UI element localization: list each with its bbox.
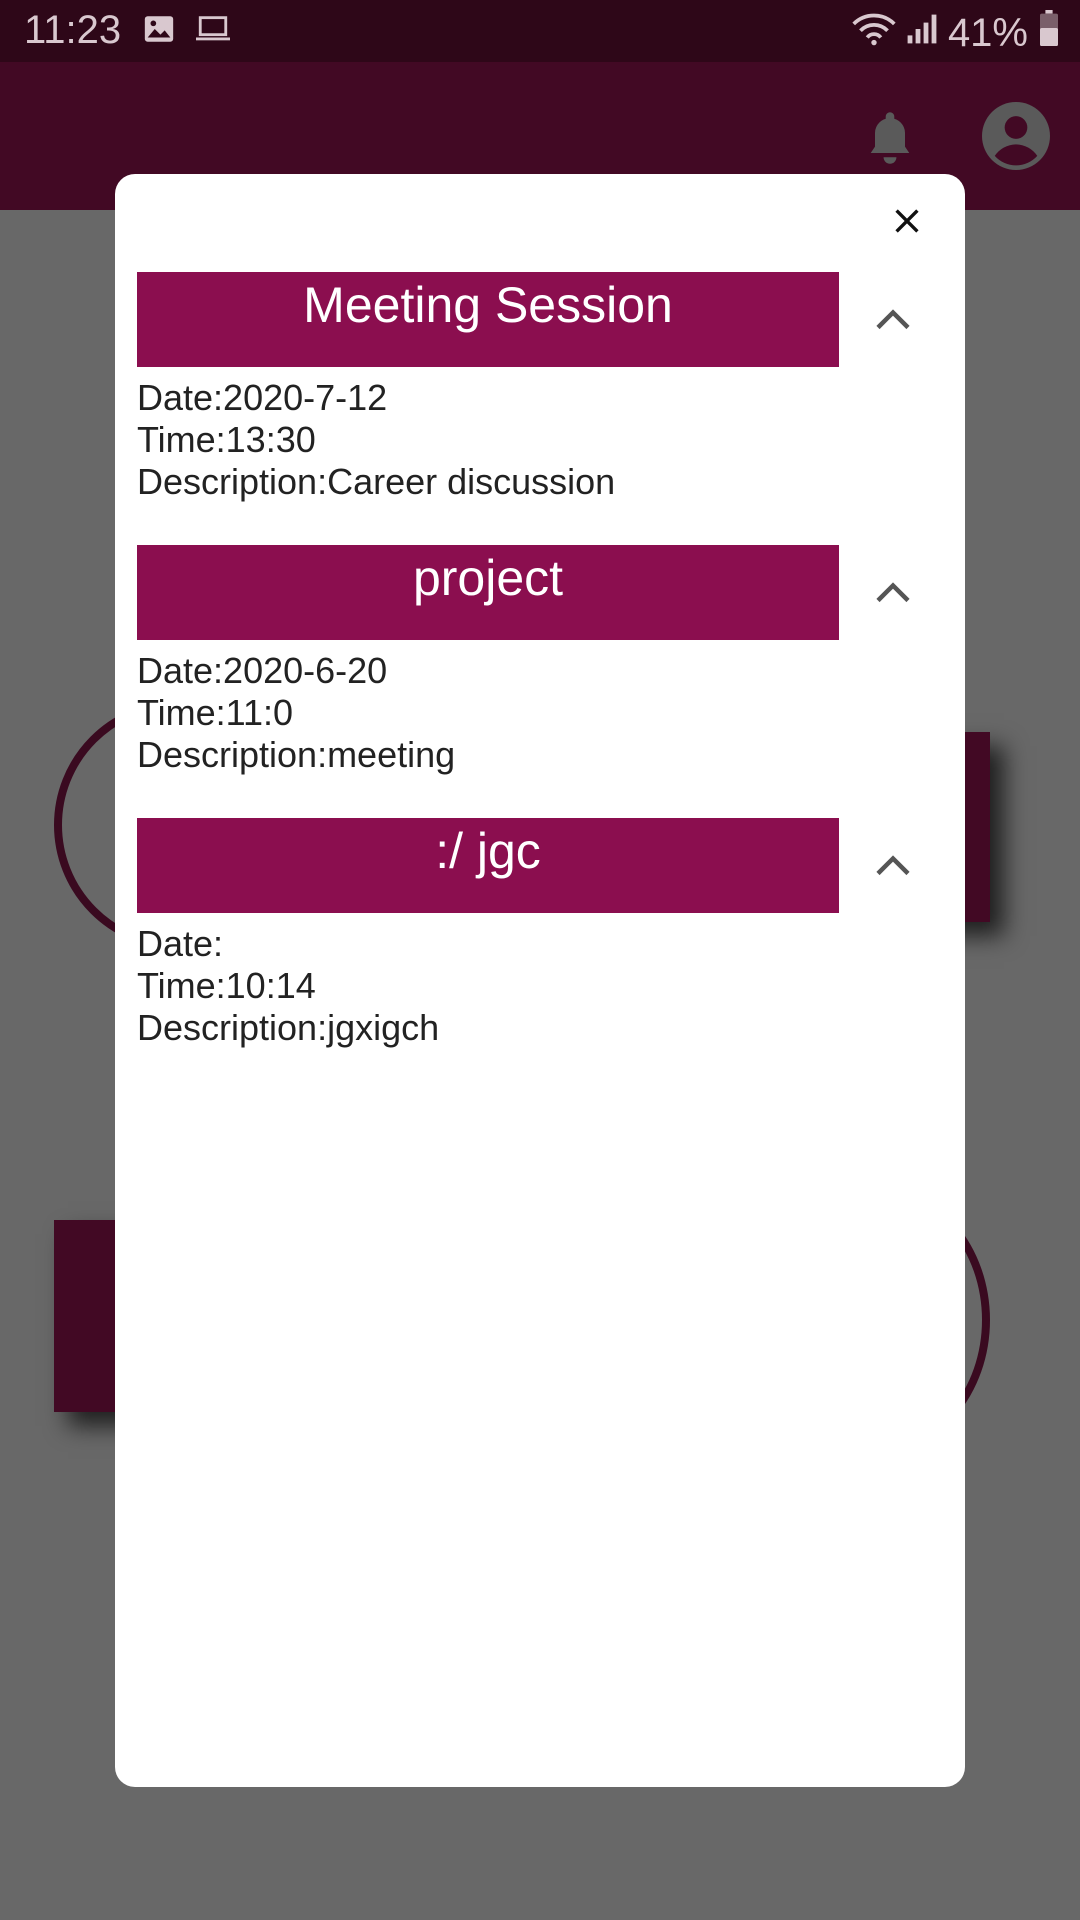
background-card xyxy=(54,1220,124,1412)
image-icon xyxy=(142,12,176,51)
event-description: Description:meeting xyxy=(137,734,456,775)
event-item: :/ jgc Date: Time:10:14 Description:jgxi… xyxy=(137,818,947,1049)
events-dialog: Meeting Session Date:2020-7-12 Time:13:3… xyxy=(115,174,965,1787)
event-time: Time:10:14 xyxy=(137,965,316,1006)
event-date: Date: xyxy=(137,923,224,964)
chevron-up-icon[interactable] xyxy=(863,836,923,896)
close-icon[interactable] xyxy=(882,196,932,246)
event-item: project Date:2020-6-20 Time:11:0 Descrip… xyxy=(137,545,947,776)
event-description: Description:Career discussion xyxy=(137,461,616,502)
account-icon[interactable] xyxy=(982,102,1050,175)
signal-icon xyxy=(906,11,938,56)
event-title[interactable]: project xyxy=(137,545,839,640)
event-title[interactable]: :/ jgc xyxy=(137,818,839,913)
event-title[interactable]: Meeting Session xyxy=(137,272,839,367)
chevron-up-icon[interactable] xyxy=(863,290,923,350)
event-date: Date:2020-7-12 xyxy=(137,377,388,418)
event-description: Description:jgxigch xyxy=(137,1007,440,1048)
wifi-icon xyxy=(852,11,896,56)
event-details: Date: Time:10:14 Description:jgxigch xyxy=(137,923,947,1049)
event-details: Date:2020-7-12 Time:13:30 Description:Ca… xyxy=(137,377,947,503)
bell-icon[interactable] xyxy=(864,108,916,173)
chevron-up-icon[interactable] xyxy=(863,563,923,623)
laptop-icon xyxy=(194,12,232,51)
status-time: 11:23 xyxy=(24,8,122,52)
event-item: Meeting Session Date:2020-7-12 Time:13:3… xyxy=(137,272,947,503)
event-date: Date:2020-6-20 xyxy=(137,650,388,691)
battery-icon xyxy=(1038,10,1060,56)
status-bar: 11:23 41% xyxy=(0,0,1080,62)
event-time: Time:11:0 xyxy=(137,692,294,733)
event-details: Date:2020-6-20 Time:11:0 Description:mee… xyxy=(137,650,947,776)
battery-percent: 41% xyxy=(947,10,1028,55)
event-time: Time:13:30 xyxy=(137,419,316,460)
